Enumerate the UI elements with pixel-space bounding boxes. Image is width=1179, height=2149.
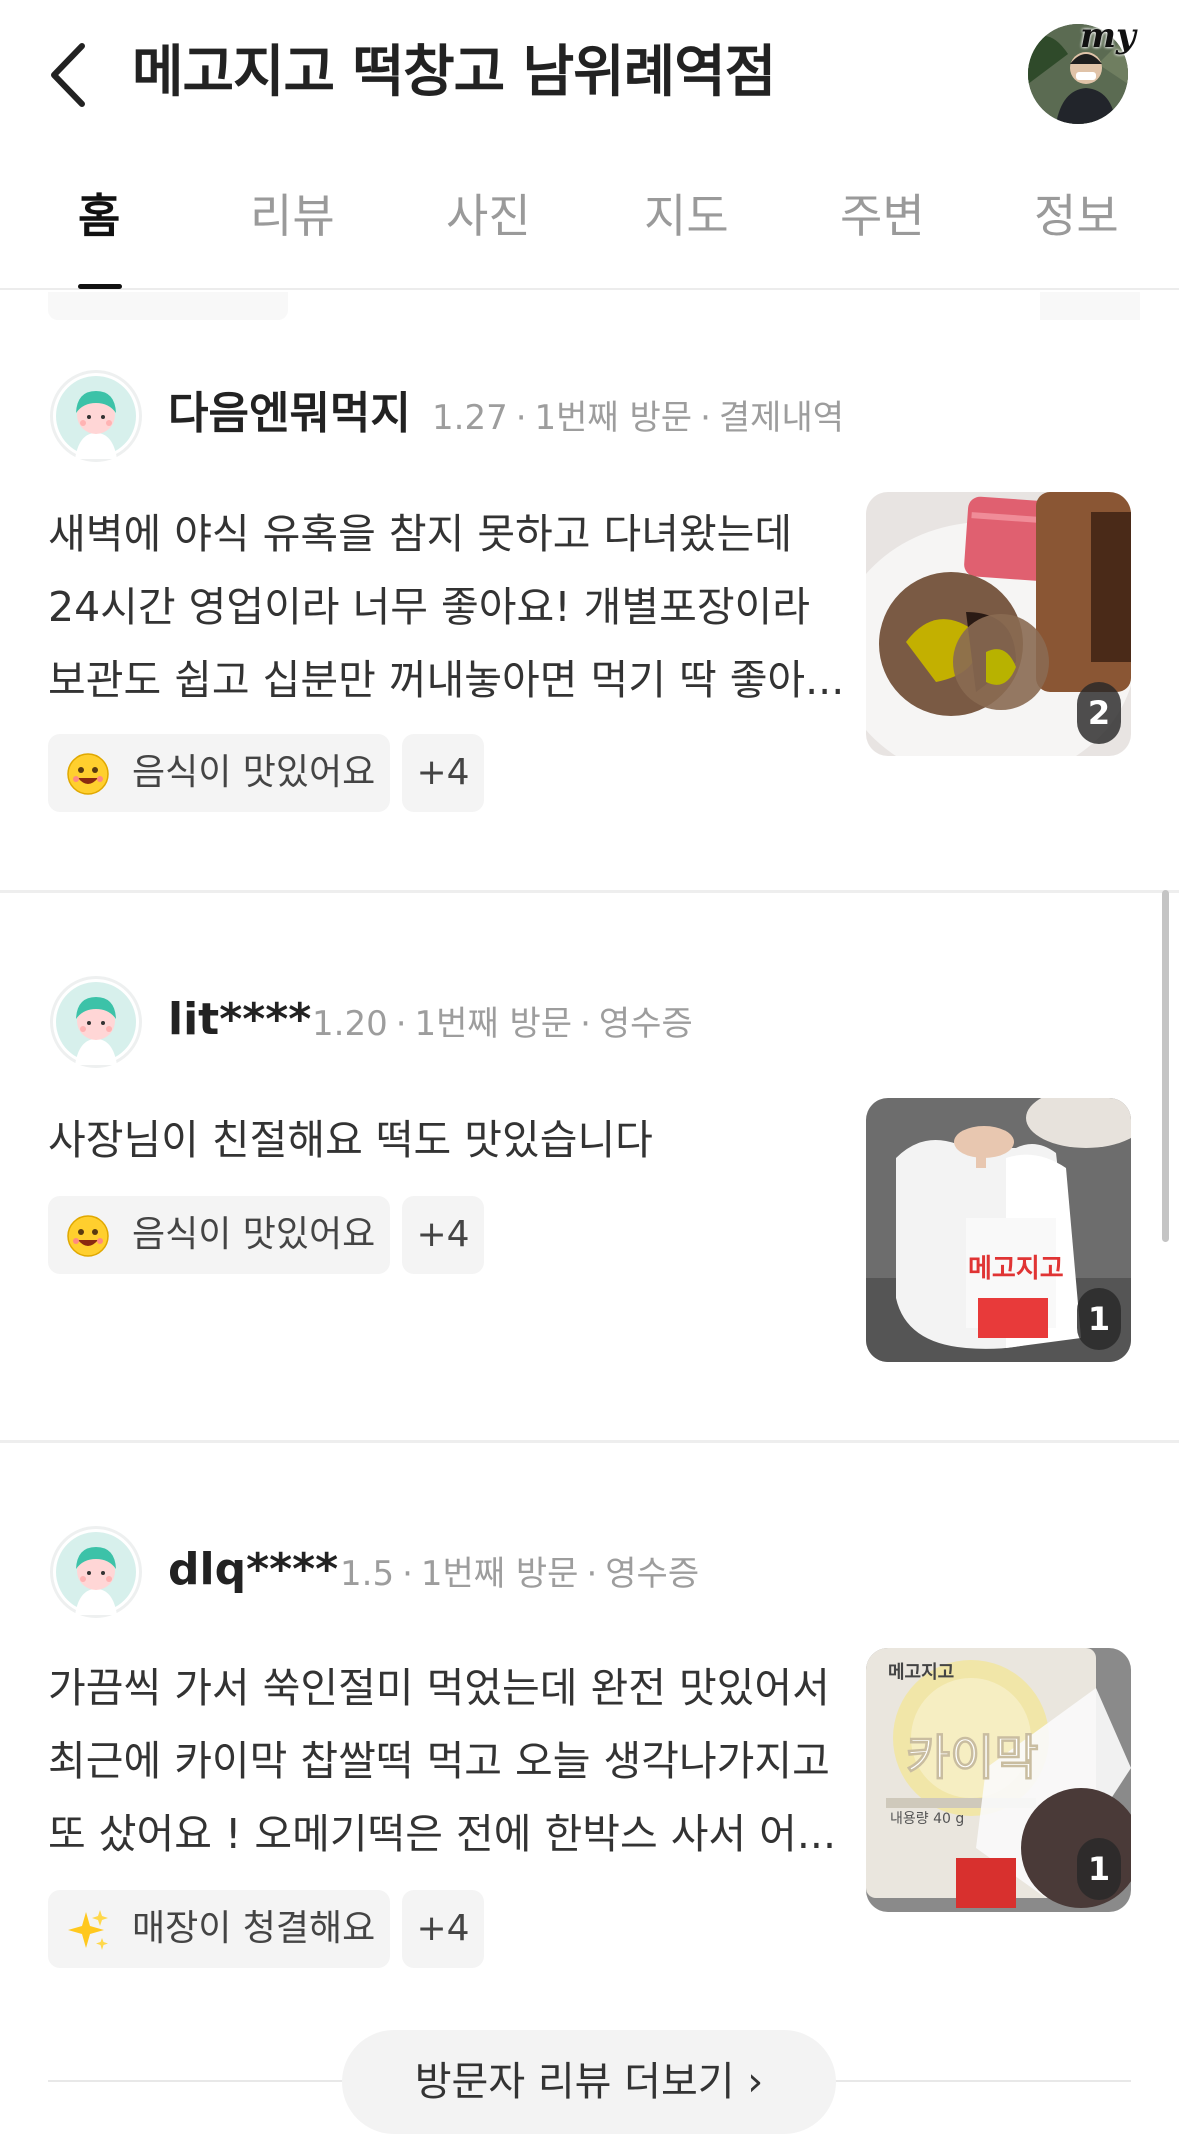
tab-photos[interactable]: 사진	[446, 186, 531, 246]
visit-count: 1번째 방문	[420, 1554, 579, 1594]
review-text[interactable]: 가끔씩 가서 쑥인절미 먹었는데 완전 맛있어서 최근에 카이막 찹쌀떡 먹고 …	[48, 1652, 848, 1871]
review-photo[interactable]: 메고지고 카이막 내용량 40 g 1	[866, 1648, 1131, 1912]
pack-weight-text: 내용량 40 g	[890, 1811, 965, 1827]
review-text[interactable]: 새벽에 야식 유혹을 참지 못하고 다녀왔는데 24시간 영업이라 너무 좋아요…	[48, 498, 848, 717]
partial-card-edge	[48, 292, 288, 320]
my-badge: my	[1080, 16, 1136, 56]
photo-count-badge: 1	[1077, 1288, 1121, 1350]
keyword-label: 음식이 맛있어요	[132, 752, 376, 793]
verification-method: 결제내역	[718, 398, 845, 438]
review-divider	[0, 1440, 1179, 1443]
smile-emoji-icon	[67, 1215, 109, 1257]
tab-bar: 홈 리뷰 사진 지도 주변 정보	[0, 150, 1179, 290]
page-title: 메고지고 떡창고 남위례역점	[132, 40, 776, 105]
back-arrow-icon[interactable]	[44, 38, 94, 112]
tab-reviews[interactable]: 리뷰	[250, 186, 335, 246]
reviewer-name[interactable]: lit****	[168, 990, 311, 1050]
visit-count: 1번째 방문	[534, 398, 693, 438]
default-avatar-icon	[56, 376, 136, 459]
tab-map[interactable]: 지도	[644, 186, 729, 246]
reviewer-avatar[interactable]	[50, 1526, 142, 1618]
reviewer-name[interactable]: 다음엔뭐먹지	[168, 384, 411, 444]
verification-method: 영수증	[598, 1004, 693, 1044]
tab-home[interactable]: 홈	[78, 186, 120, 246]
keyword-label: 음식이 맛있어요	[132, 1214, 376, 1255]
bag-brand-text: 메고지고	[968, 1254, 1064, 1284]
review-date: 1.27	[432, 398, 508, 438]
sparkles-icon	[68, 1910, 108, 1950]
photo-count-badge: 2	[1077, 682, 1121, 744]
review-meta: 1.20 · 1번째 방문 · 영수증	[312, 1004, 693, 1044]
default-avatar-icon	[56, 1532, 136, 1615]
reviewer-avatar[interactable]	[50, 370, 142, 462]
review-photo[interactable]: 1 메고지고	[866, 1098, 1131, 1362]
keyword-label: 매장이 청결해요	[132, 1908, 376, 1949]
visit-count: 1번째 방문	[414, 1004, 573, 1044]
pack-brand-text: 메고지고	[888, 1662, 955, 1683]
review-meta: 1.27 · 1번째 방문 · 결제내역	[432, 398, 845, 438]
app-header: 메고지고 떡창고 남위례역점 my	[0, 0, 1179, 150]
tab-nearby[interactable]: 주변	[840, 186, 925, 246]
smile-emoji-icon	[67, 753, 109, 795]
keyword-chip[interactable]: 매장이 청결해요	[48, 1890, 390, 1968]
keyword-chip[interactable]: 음식이 맛있어요	[48, 1196, 390, 1274]
review-text[interactable]: 사장님이 친절해요 떡도 맛있습니다	[48, 1104, 848, 1177]
keyword-chip[interactable]: 음식이 맛있어요	[48, 734, 390, 812]
review-date: 1.5	[340, 1554, 395, 1594]
review-divider	[0, 890, 1179, 893]
review-meta: 1.5 · 1번째 방문 · 영수증	[340, 1554, 700, 1594]
more-keywords-chip[interactable]: +4	[402, 734, 484, 812]
partial-card-edge	[1040, 292, 1140, 320]
more-keywords-chip[interactable]: +4	[402, 1196, 484, 1274]
scrollbar[interactable]	[1162, 890, 1169, 1242]
pack-product-text: 카이막	[905, 1730, 1039, 1787]
default-avatar-icon	[56, 982, 136, 1065]
review-date: 1.20	[312, 1004, 388, 1044]
more-reviews-button[interactable]: 방문자 리뷰 더보기 ›	[342, 2030, 836, 2134]
reviewer-avatar[interactable]	[50, 976, 142, 1068]
more-keywords-chip[interactable]: +4	[402, 1890, 484, 1968]
verification-method: 영수증	[605, 1554, 700, 1594]
photo-count-badge: 1	[1077, 1838, 1121, 1900]
active-tab-indicator	[78, 284, 122, 289]
review-photo[interactable]: 2	[866, 492, 1131, 756]
tab-info[interactable]: 정보	[1034, 186, 1119, 246]
reviewer-name[interactable]: dlq****	[168, 1540, 338, 1600]
